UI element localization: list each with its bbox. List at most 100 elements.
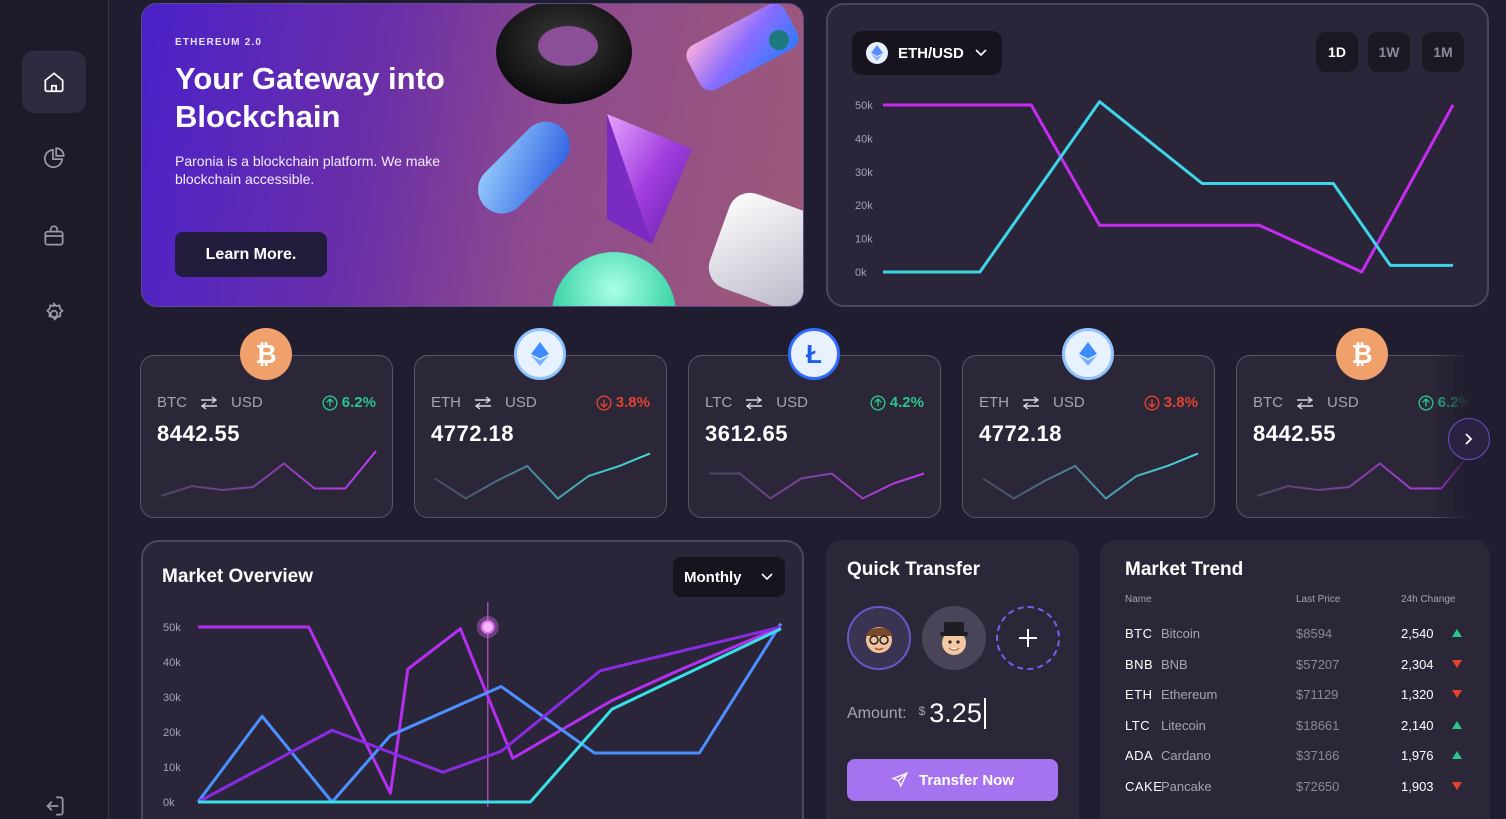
column-header-last-price: Last Price [1296, 594, 1341, 605]
ethereum-icon [866, 42, 888, 64]
ticker-price: 4772.18 [431, 421, 515, 446]
row-price: $72650 [1296, 778, 1340, 794]
market-overview-card: 0k 10k 20k 30k 40k 50k Market Overview Monthl… [141, 540, 804, 819]
ticker-change-value: 3.8% [615, 394, 650, 411]
swap-arrows-icon [474, 395, 492, 410]
trend-down-icon [1452, 781, 1462, 790]
row-price: $8594 [1296, 626, 1333, 641]
ticker-quote: USD [1327, 394, 1359, 411]
ticker-quote: USD [776, 394, 808, 411]
table-row[interactable]: ETH Ethereum $71129 1,320 [1100, 687, 1490, 707]
nav-analytics[interactable] [22, 127, 86, 189]
amount-value[interactable]: 3.25 [929, 698, 986, 729]
table-row[interactable]: ADA Cardano $37166 1,976 [1100, 748, 1490, 768]
series-line-4 [198, 627, 782, 804]
ticker-pair: BTC USD [1253, 394, 1359, 411]
hero-3d-art [478, 4, 803, 306]
y-tick-label: 40k [855, 133, 873, 145]
sparkline-path [160, 450, 377, 497]
y-tick-label: 40k [163, 657, 181, 669]
ticker-base: BTC [157, 394, 187, 411]
avatar-tophat-icon [940, 622, 968, 655]
timeframe-1d[interactable]: 1D [1316, 32, 1358, 72]
y-tick-label: 50k [163, 622, 181, 634]
arrow-up-circle-icon [870, 394, 886, 411]
table-row[interactable]: CAKE Pancake $72650 1,903 [1100, 779, 1490, 799]
market-trend-title: Market Trend [1125, 559, 1244, 580]
hover-point[interactable] [480, 620, 495, 634]
row-name: Pancake [1161, 778, 1212, 794]
ticker-change-value: 3.8% [1163, 394, 1198, 411]
swap-arrows-icon [1296, 395, 1314, 410]
row-change: 2,540 [1401, 626, 1434, 641]
timeframe-1w[interactable]: 1W [1368, 32, 1410, 72]
ticker-change-value: 4.2% [889, 394, 924, 411]
pie-chart-icon [43, 147, 65, 169]
sparkline-path [982, 452, 1199, 500]
btc-coin-icon: ₿ [240, 328, 292, 380]
ticker-quote: USD [1053, 394, 1085, 411]
plus-icon [1019, 629, 1037, 647]
market-overview-title: Market Overview [162, 566, 314, 587]
home-icon [44, 72, 64, 93]
ticker-price: 3612.65 [705, 421, 789, 446]
trend-down-icon [1452, 690, 1462, 698]
hero-banner: ETHEREUM 2.0 Your Gateway into Blockchai… [141, 3, 804, 307]
next-ticker-button[interactable] [1448, 418, 1490, 460]
hero-title: Your Gateway into Blockchain [175, 61, 445, 134]
ticker-strip: BTC USD 6.2% 8442.55 ₿ ETH USD 3.8% 4772.18 LTC US… [140, 325, 1470, 525]
quick-transfer-title: Quick Transfer [847, 559, 981, 580]
ticker-quote: USD [231, 394, 263, 411]
chevron-down-icon [975, 49, 987, 57]
swap-arrows-icon [746, 395, 763, 410]
trend-up-icon [1452, 629, 1462, 637]
ticker-base: BTC [1253, 394, 1283, 411]
row-change: 1,903 [1401, 778, 1434, 794]
nav-settings[interactable] [22, 283, 86, 345]
gear-icon [45, 301, 64, 321]
pair-selector[interactable]: ETH/USD [852, 31, 1002, 75]
ticker-change: 3.8% [596, 394, 650, 411]
table-row[interactable]: BNB BNB $57207 2,304 [1100, 657, 1490, 677]
column-header-24h-change: 24h Change [1401, 594, 1456, 605]
nav-logout[interactable] [22, 775, 86, 819]
ticker-base: ETH [431, 394, 461, 411]
row-change: 1,320 [1401, 687, 1434, 702]
add-contact-button[interactable] [996, 606, 1060, 670]
ltc-coin-icon: Ł [788, 328, 840, 380]
avatar-contact-2[interactable] [922, 606, 986, 670]
transfer-now-button[interactable]: Transfer Now [847, 759, 1058, 801]
period-selector[interactable]: Monthly [673, 557, 785, 597]
quick-transfer-card: Quick Transfer Amount: $ 3.25 Transfer N… [826, 540, 1079, 819]
sparkline-path [709, 472, 925, 500]
series-line-3 [197, 625, 782, 804]
table-row[interactable]: LTC Litecoin $18661 2,140 [1100, 718, 1490, 738]
y-tick-label: 0k [163, 797, 175, 809]
price-chart-card: 0k 10k 20k 30k 40k 50k ETH/USD 1D 1W 1M [826, 3, 1489, 307]
hero-tag: ETHEREUM 2.0 [175, 37, 263, 48]
y-tick-label: 20k [855, 200, 873, 212]
row-symbol: ADA [1125, 748, 1154, 763]
amount-field[interactable]: Amount: $ 3.25 [847, 698, 986, 729]
amount-label: Amount: [847, 705, 907, 722]
avatar-contact-1[interactable] [847, 606, 911, 670]
chevron-down-icon [760, 573, 773, 581]
learn-more-button[interactable]: Learn More. [175, 232, 327, 277]
transfer-now-label: Transfer Now [918, 771, 1015, 789]
nav-wallet[interactable] [22, 205, 86, 267]
ticker-price: 4772.18 [979, 421, 1063, 446]
arrow-down-circle-icon [596, 394, 612, 411]
ticker-pair: ETH USD [431, 394, 537, 411]
eth-coin-icon [514, 328, 566, 380]
row-symbol: ETH [1125, 687, 1153, 702]
row-symbol: BTC [1125, 626, 1153, 641]
nav-home[interactable] [22, 51, 86, 113]
ticker-pair: BTC USD [157, 394, 263, 411]
timeframe-1m[interactable]: 1M [1422, 32, 1464, 72]
y-tick-label: 10k [855, 234, 873, 246]
bag-icon [44, 225, 64, 246]
eth-coin-icon [1062, 328, 1114, 380]
table-row[interactable]: BTC Bitcoin $8594 2,540 [1100, 626, 1490, 646]
row-symbol: LTC [1125, 717, 1151, 733]
y-tick-label: 50k [855, 100, 873, 112]
